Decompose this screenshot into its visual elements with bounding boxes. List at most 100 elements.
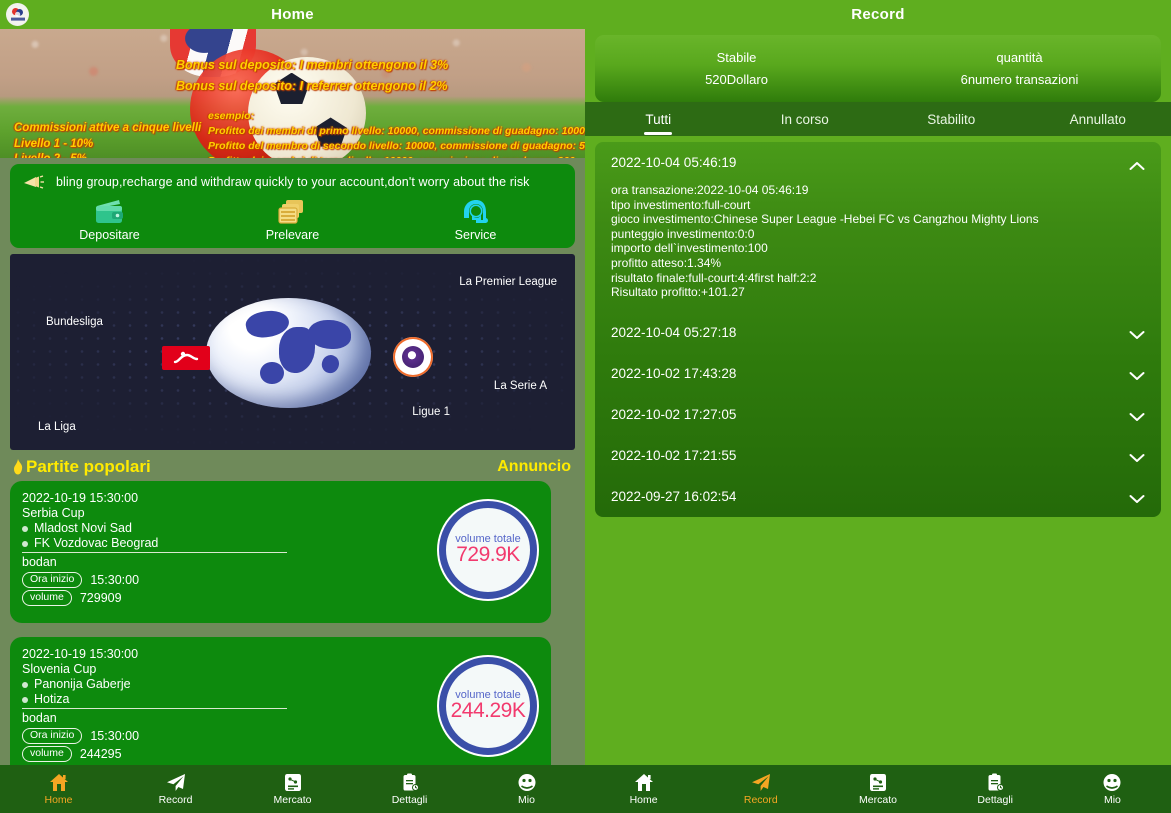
chevron-down-icon[interactable] <box>1129 450 1145 463</box>
banner-bonus-block: Bonus sul deposito: I membri ottengono i… <box>176 55 448 97</box>
match-list[interactable]: 2022-10-19 15:30:00 Serbia Cup Mladost N… <box>0 481 585 813</box>
record-detail-line: gioco investimento:Chinese Super League … <box>611 212 1039 227</box>
volume-value: 729909 <box>79 591 122 605</box>
record-item[interactable]: 2022-09-27 16:02:54 <box>595 476 1161 517</box>
total-volume-value: 729.9K <box>456 543 520 566</box>
promo-text: bling group,recharge and withdraw quickl… <box>56 175 530 189</box>
match-volume-row: volume 729909 <box>22 590 539 606</box>
banner-level-1: Livello 1 - 10% <box>14 137 94 150</box>
tab-annullato[interactable]: Annullato <box>1025 102 1171 136</box>
home-icon <box>49 772 69 792</box>
banner-commission-block: Commissioni attive a cinque livelli Live… <box>14 121 201 158</box>
stat-stabile: Stabile 520Dollaro <box>595 35 878 102</box>
record-detail-line: importo dell`investimento:100 <box>611 241 768 256</box>
banner-example-title: esempio: <box>208 110 255 122</box>
record-date: 2022-10-02 17:43:28 <box>611 365 737 381</box>
bundesliga-logo-icon <box>162 346 210 370</box>
total-volume-value: 244.29K <box>450 699 526 722</box>
record-item[interactable]: 2022-10-04 05:27:18 <box>595 312 1161 353</box>
nav-item-record[interactable]: Record <box>117 772 234 806</box>
record-header[interactable]: 2022-10-02 17:21:55 <box>611 435 1145 476</box>
match-divider <box>22 552 287 553</box>
page-title: Home <box>271 6 314 23</box>
record-item[interactable]: 2022-10-02 17:27:05 <box>595 394 1161 435</box>
popular-matches-header: Partite popolari Annuncio <box>0 450 585 481</box>
chevron-down-icon[interactable] <box>1129 491 1145 504</box>
service-button[interactable]: Service <box>384 196 567 242</box>
nav-label-home: Home <box>629 794 658 806</box>
tab-in-corso[interactable]: In corso <box>732 102 879 136</box>
banner-commission-title: Commissioni attive a cinque livelli <box>14 122 202 134</box>
record-date: 2022-10-04 05:46:19 <box>611 155 737 170</box>
summary-card: Stabile 520Dollaro quantità 6numero tran… <box>595 35 1161 102</box>
record-detail-line: tipo investimento:full-court <box>611 197 751 212</box>
team-bullet-icon <box>22 696 28 703</box>
tab-tutti[interactable]: Tutti <box>585 102 732 136</box>
nav-item-mio[interactable]: Mio <box>468 772 585 806</box>
total-volume-badge: volume totale 729.9K <box>439 501 537 599</box>
app-logo-icon <box>6 3 29 26</box>
chevron-down-icon[interactable] <box>1129 327 1145 340</box>
stat-quantita-label: quantità <box>996 50 1043 65</box>
announcement-link[interactable]: Annuncio <box>497 458 571 476</box>
nav-item-dettagli[interactable]: Dettagli <box>351 772 468 806</box>
dual-screen-root: Home Bonus sul deposito: I membri otteng… <box>0 0 1171 813</box>
team-bullet-icon <box>22 525 28 532</box>
tab-stabilito[interactable]: Stabilito <box>878 102 1025 136</box>
match-card[interactable]: 2022-10-19 15:30:00 Serbia Cup Mladost N… <box>10 481 551 623</box>
nav-item-mercato[interactable]: Mercato <box>234 772 351 806</box>
promo-banner[interactable]: Bonus sul deposito: I membri ottengono i… <box>0 29 585 158</box>
record-header[interactable]: 2022-10-04 05:46:19 <box>611 142 1145 183</box>
bottom-nav: Home Record Mercato Dettagli Mio <box>585 765 1171 813</box>
record-item[interactable]: 2022-10-04 05:46:19 ora transazione:2022… <box>595 142 1161 312</box>
match-volume-row: volume 244295 <box>22 746 539 762</box>
record-filter-tabs: Tutti In corso Stabilito Annullato <box>585 102 1171 136</box>
record-detail-line: ora transazione:2022-10-04 05:46:19 <box>611 183 809 197</box>
start-time-pill: Ora inizio <box>22 572 83 588</box>
leagues-globe-panel[interactable]: La Premier League Bundesliga La Serie A … <box>10 254 575 450</box>
nav-item-home[interactable]: Home <box>0 772 117 806</box>
record-header[interactable]: 2022-10-02 17:27:05 <box>611 394 1145 435</box>
league-label-premier: La Premier League <box>459 276 557 288</box>
chevron-down-icon[interactable] <box>1129 368 1145 381</box>
promo-notice: bling group,recharge and withdraw quickl… <box>18 172 567 194</box>
record-header[interactable]: 2022-10-02 17:43:28 <box>611 353 1145 394</box>
nav-label-record: Record <box>743 794 778 806</box>
match-datetime: 2022-10-19 15:30:00 <box>22 647 139 661</box>
record-date: 2022-10-04 05:27:18 <box>611 324 737 340</box>
page-title: Record <box>851 6 905 23</box>
cards-icon <box>276 196 310 226</box>
record-date: 2022-10-02 17:27:05 <box>611 406 737 422</box>
record-detail-line: profitto atteso:1.34% <box>611 255 722 270</box>
banner-example-block: esempio: Profitto dei membri di primo li… <box>208 109 585 158</box>
record-screen: Record Stabile 520Dollaro quantità 6nume… <box>585 0 1171 813</box>
record-details: ora transazione:2022-10-04 05:46:19 tipo… <box>611 183 1145 312</box>
deposit-button[interactable]: Depositare <box>18 196 201 242</box>
record-detail-line: Risultato profitto:+101.27 <box>611 285 745 300</box>
team-bullet-icon <box>22 681 28 688</box>
nav-item-mercato[interactable]: Mercato <box>819 772 936 806</box>
record-date: 2022-10-02 17:21:55 <box>611 447 737 463</box>
start-time-value: 15:30:00 <box>90 729 140 743</box>
record-item[interactable]: 2022-10-02 17:43:28 <box>595 353 1161 394</box>
nav-item-home[interactable]: Home <box>585 772 702 806</box>
chevron-up-icon[interactable] <box>1129 158 1145 170</box>
home-team-name: Panonija Gaberje <box>34 677 131 691</box>
match-divider <box>22 708 287 709</box>
record-header[interactable]: 2022-09-27 16:02:54 <box>611 476 1145 517</box>
clipboard-icon <box>400 772 420 792</box>
flame-icon <box>12 459 24 475</box>
nav-item-dettagli[interactable]: Dettagli <box>937 772 1054 806</box>
record-header[interactable]: 2022-10-04 05:27:18 <box>611 312 1145 353</box>
withdraw-button[interactable]: Prelevare <box>201 196 384 242</box>
stat-stabile-label: Stabile <box>716 50 757 65</box>
stat-stabile-value: 520Dollaro <box>705 72 768 87</box>
nav-item-mio[interactable]: Mio <box>1054 772 1171 806</box>
summary-section: Stabile 520Dollaro quantità 6numero tran… <box>585 29 1171 102</box>
nav-label-dettagli: Dettagli <box>977 794 1014 806</box>
nav-item-record[interactable]: Record <box>702 772 819 806</box>
chevron-down-icon[interactable] <box>1129 409 1145 422</box>
match-card[interactable]: 2022-10-19 15:30:00 Slovenia Cup Panonij… <box>10 637 551 779</box>
record-item[interactable]: 2022-10-02 17:21:55 <box>595 435 1161 476</box>
home-icon <box>634 772 654 792</box>
